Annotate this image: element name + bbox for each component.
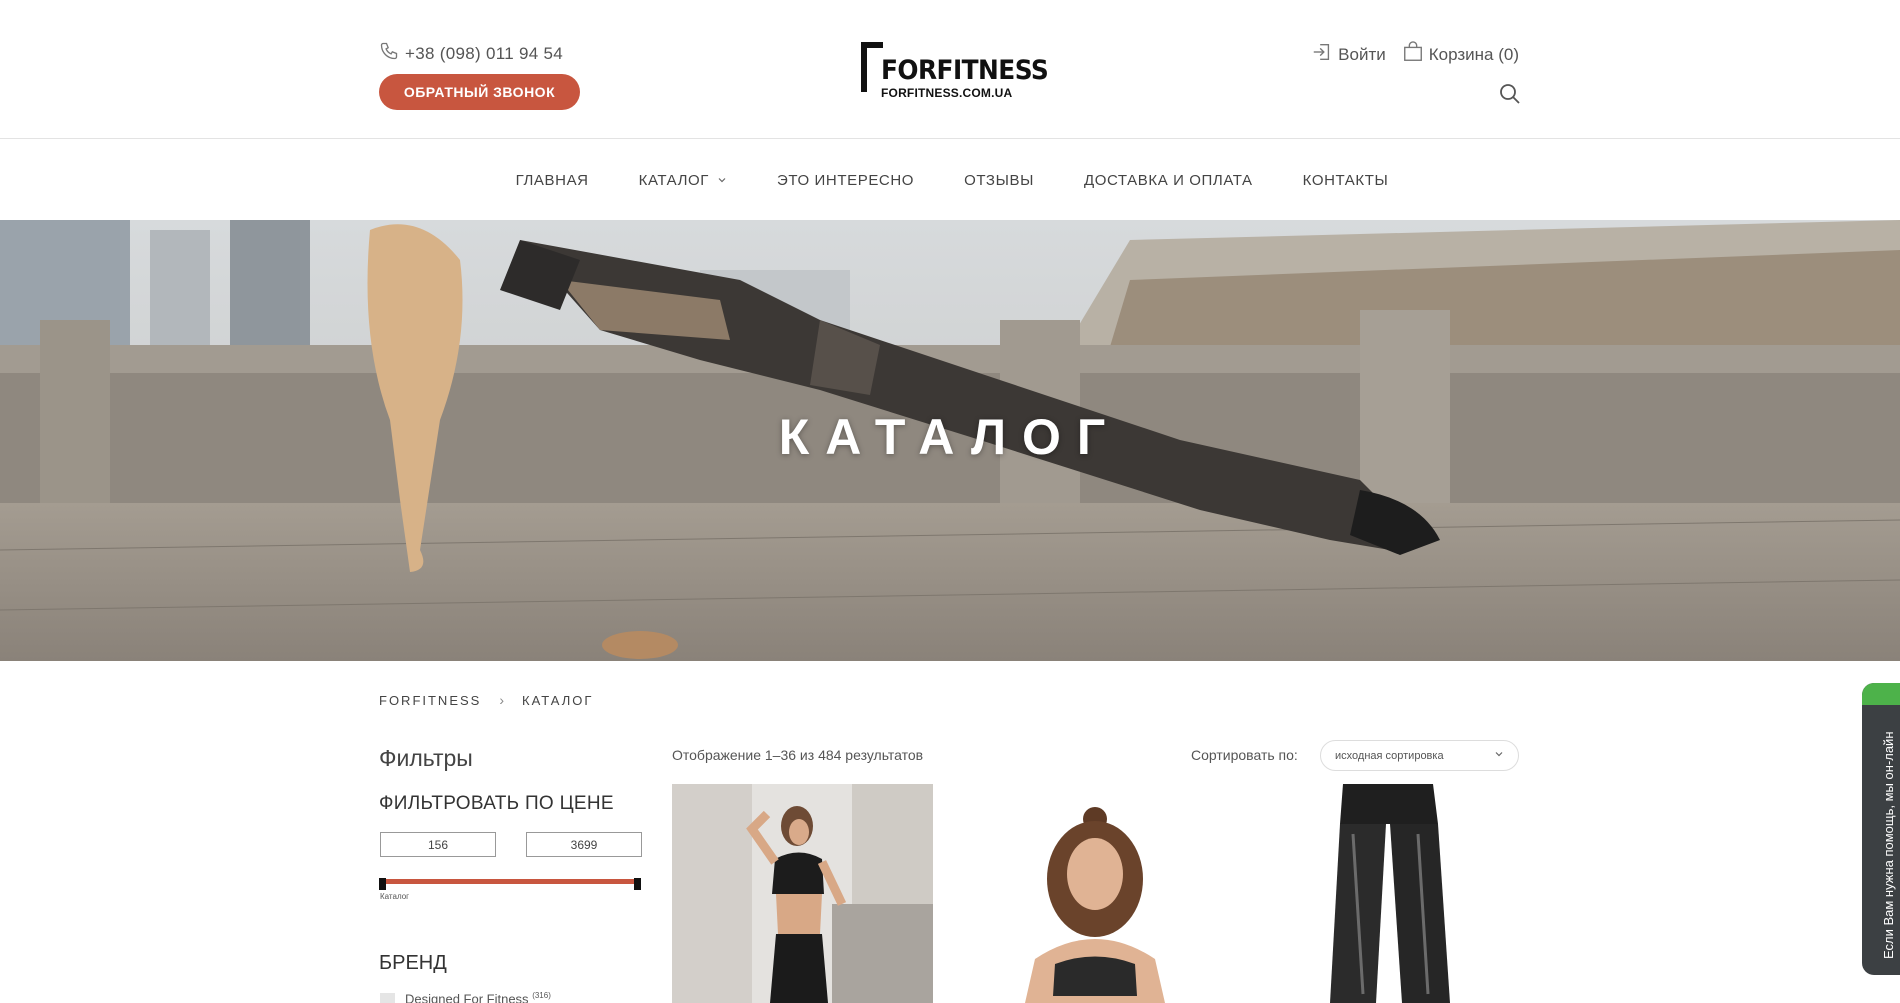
cart-link[interactable]: Корзина (0) <box>1402 41 1519 68</box>
login-icon <box>1311 41 1333 68</box>
brand-name: Designed For Fitness <box>405 991 529 1003</box>
breadcrumb: FORFITNESS › КАТАЛОГ <box>379 692 593 708</box>
callback-button[interactable]: ОБРАТНЫЙ ЗВОНОК <box>379 74 580 110</box>
logo-domain-text: FORFITNESS.COM.UA <box>881 86 1013 100</box>
price-slider-label: Каталог <box>380 892 410 901</box>
nav-item-catalog[interactable]: КАТАЛОГ <box>639 172 727 189</box>
nav-item-contacts[interactable]: КОНТАКТЫ <box>1303 172 1389 189</box>
site-logo[interactable]: FORFITNESS FORFITNESS.COM.UA <box>861 42 1049 100</box>
nav-item-delivery[interactable]: ДОСТАВКА И ОПЛАТА <box>1084 172 1253 189</box>
product-card[interactable] <box>1258 784 1519 1003</box>
logo-brand-text: FORFITNESS <box>881 55 1049 86</box>
price-slider-min-handle[interactable] <box>379 878 386 890</box>
nav-item-label: ДОСТАВКА И ОПЛАТА <box>1083 171 1253 189</box>
nav-item-label: ЭТО ИНТЕРЕСНО <box>777 171 915 189</box>
sort-select[interactable]: исходная сортировка <box>1320 740 1519 771</box>
search-icon <box>1498 84 1522 110</box>
sort-label: Сортировать по: <box>1191 747 1298 763</box>
brand-filter-title: БРЕНД <box>379 952 447 974</box>
breadcrumb-separator-icon: › <box>499 692 505 708</box>
cart-icon <box>1402 41 1424 68</box>
price-slider-track[interactable] <box>380 879 640 884</box>
hero-banner: КАТАЛОГ <box>0 220 1900 661</box>
brand-checkbox[interactable] <box>380 992 395 1003</box>
breadcrumb-current: КАТАЛОГ <box>522 692 594 708</box>
filters-title: Фильтры <box>379 745 473 771</box>
logo-bracket <box>861 42 883 92</box>
login-label: Войти <box>1338 44 1386 64</box>
phone-icon <box>379 41 399 66</box>
chat-widget-label: Если Вам нужна помощь, мы он-лайн <box>1881 731 1896 960</box>
chat-online-indicator <box>1862 683 1900 705</box>
nav-item-label: ОТЗЫВЫ <box>964 171 1034 189</box>
nav-item-interesting[interactable]: ЭТО ИНТЕРЕСНО <box>777 172 914 189</box>
online-chat-widget[interactable]: Если Вам нужна помощь, мы он-лайн <box>1862 683 1900 975</box>
brand-count: (316) <box>532 991 551 1000</box>
price-max-input[interactable] <box>526 832 642 857</box>
product-card[interactable] <box>965 784 1226 1003</box>
product-image <box>672 784 933 1003</box>
product-card[interactable] <box>672 784 933 1003</box>
brand-filter-item[interactable]: Designed For Fitness (316) <box>380 991 551 1003</box>
price-min-input[interactable] <box>380 832 496 857</box>
sort-value: исходная сортировка <box>1335 749 1444 762</box>
cart-label: Корзина (0) <box>1428 44 1519 64</box>
breadcrumb-home[interactable]: FORFITNESS <box>379 693 481 708</box>
result-count: Отображение 1–36 из 484 результатов <box>672 747 924 763</box>
phone-number: +38 (098) 011 94 54 <box>405 43 564 63</box>
site-header: +38 (098) 011 94 54 ОБРАТНЫЙ ЗВОНОК FORF… <box>0 0 1900 139</box>
nav-item-home[interactable]: ГЛАВНАЯ <box>516 172 589 189</box>
hero-title: КАТАЛОГ <box>778 409 1122 465</box>
chevron-down-icon <box>1494 749 1504 762</box>
main-nav: ГЛАВНАЯ КАТАЛОГ ЭТО ИНТЕРЕСНО ОТЗЫВЫ ДОС… <box>0 140 1900 220</box>
nav-item-label: ГЛАВНАЯ <box>515 171 589 189</box>
header-actions: Войти Корзина (0) <box>1311 41 1519 68</box>
search-button[interactable] <box>1498 82 1522 106</box>
login-link[interactable]: Войти <box>1311 41 1386 68</box>
nav-item-label: КОНТАКТЫ <box>1302 171 1389 189</box>
price-filter-title: ФИЛЬТРОВАТЬ ПО ЦЕНЕ <box>379 793 614 814</box>
nav-item-reviews[interactable]: ОТЗЫВЫ <box>964 172 1034 189</box>
product-image <box>1258 784 1519 1003</box>
chevron-down-icon <box>717 172 727 189</box>
phone-link[interactable]: +38 (098) 011 94 54 <box>379 41 563 66</box>
price-slider-max-handle[interactable] <box>634 878 641 890</box>
nav-item-label: КАТАЛОГ <box>638 171 710 189</box>
product-image <box>965 784 1226 1003</box>
